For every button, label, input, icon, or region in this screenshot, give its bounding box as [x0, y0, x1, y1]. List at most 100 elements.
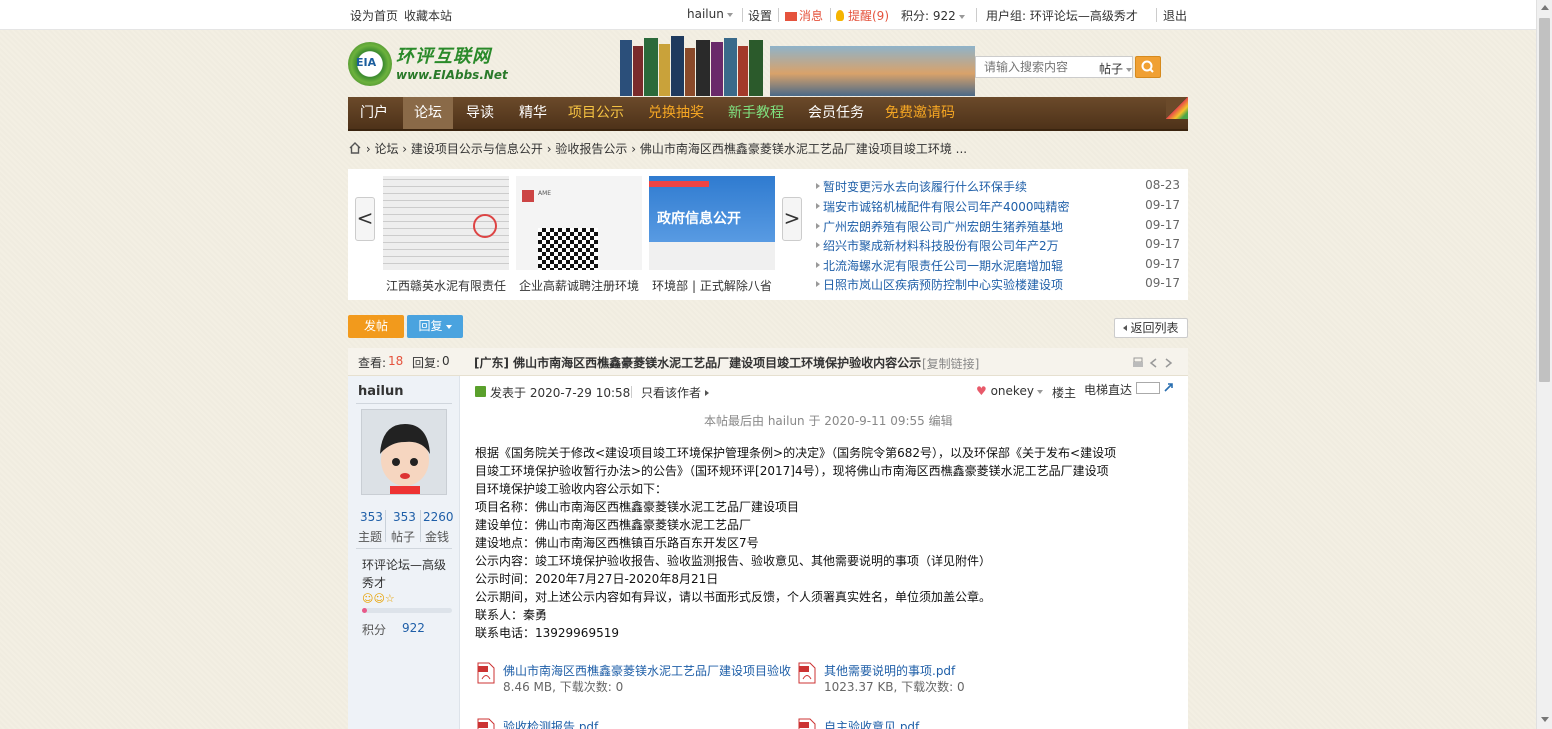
post-line: 建设单位：佛山市南海区西樵鑫豪菱镁水泥工艺品厂 — [475, 518, 752, 532]
views-count: 18 — [388, 354, 404, 368]
slide-thumb-2[interactable]: AME — [516, 176, 642, 270]
online-status-icon — [475, 386, 486, 397]
news-title[interactable]: 北流海螺水泥有限责任公司一期水泥磨增加辊 — [823, 257, 1063, 274]
scroll-up-icon[interactable] — [1541, 5, 1549, 10]
go-arrow-icon[interactable] — [1163, 381, 1175, 393]
attachment-name[interactable]: 验收检测报告.pdf — [503, 718, 793, 729]
site-logo[interactable]: EIA 环评互联网 www.EIAbbs.Net — [348, 40, 508, 90]
attachment-name[interactable]: 自主验收意见.pdf — [824, 718, 1074, 729]
divider — [356, 548, 452, 549]
mail-icon — [785, 12, 797, 21]
bullet-icon — [816, 223, 820, 229]
username-menu[interactable]: hailun — [687, 7, 733, 21]
breadcrumb-category[interactable]: 建设项目公示与信息公开 — [411, 142, 543, 156]
news-title[interactable]: 绍兴市聚成新材料科技股份有限公司年产2万 — [823, 237, 1059, 254]
prev-thread-icon[interactable] — [1148, 357, 1160, 369]
replies-count: 0 — [442, 354, 450, 368]
points-menu[interactable]: 积分: 922 — [901, 7, 965, 24]
reply-button[interactable]: 回复 — [407, 315, 463, 338]
author-posts-count[interactable]: 353 — [393, 510, 416, 524]
news-title[interactable]: 暂时变更污水去向该履行什么环保手续 — [823, 178, 1027, 195]
news-item[interactable]: 日照市岚山区疾病预防控制中心实验楼建设项 09-17 — [816, 276, 1188, 295]
nav-forum[interactable]: 论坛 — [403, 97, 453, 129]
next-thread-icon[interactable] — [1162, 357, 1174, 369]
chevron-down-icon — [958, 14, 965, 19]
avatar-cartoon-icon — [380, 424, 430, 494]
nav-portal[interactable]: 门户 — [348, 97, 400, 129]
author-only-link[interactable]: 只看该作者 — [641, 384, 709, 401]
scroll-down-icon[interactable] — [1541, 717, 1549, 722]
post-line: 公示期间，对上述公示内容如有异议，请以书面形式反馈，个人须署真实姓名，单位须加盖… — [475, 590, 992, 604]
slide-thumb-1[interactable] — [383, 176, 509, 270]
chevron-right-icon — [704, 390, 709, 396]
nav-exchange-lottery[interactable]: 兑换抽奖 — [642, 97, 710, 129]
news-item[interactable]: 绍兴市聚成新材料科技股份有限公司年产2万 09-17 — [816, 237, 1188, 256]
bullet-icon — [816, 203, 820, 209]
news-title[interactable]: 瑞安市诚铭机械配件有限公司年产4000吨精密 — [823, 198, 1070, 215]
copy-link[interactable]: [复制链接] — [922, 355, 979, 372]
author-threads-count[interactable]: 353 — [360, 510, 383, 524]
news-item[interactable]: 北流海螺水泥有限责任公司一期水泥磨增加辊 09-17 — [816, 257, 1188, 276]
nav-digest[interactable]: 精华 — [508, 97, 558, 129]
vertical-scrollbar[interactable] — [1536, 0, 1552, 729]
slider-next-button[interactable]: > — [782, 197, 802, 241]
bullet-icon — [816, 242, 820, 248]
pdf-icon — [798, 662, 816, 684]
reminders-link[interactable]: 提醒(9) — [836, 7, 889, 24]
search-button[interactable] — [1135, 56, 1161, 78]
news-item[interactable]: 瑞安市诚铭机械配件有限公司年产4000吨精密 09-17 — [816, 198, 1188, 217]
nav-project-notice[interactable]: 项目公示 — [562, 97, 630, 129]
scroll-thumb[interactable] — [1539, 18, 1550, 382]
nav-guide[interactable]: 导读 — [456, 97, 504, 129]
post-line: 公示时间：2020年7月27日-2020年8月21日 — [475, 572, 719, 586]
post-line: 目环境保护竣工验收内容公示如下： — [475, 482, 668, 496]
author-points-value[interactable]: 922 — [402, 621, 425, 635]
thread-title: [广东] 佛山市南海区西樵鑫豪菱镁水泥工艺品厂建设项目竣工环境保护验收内容公示 — [474, 356, 922, 370]
messages-link[interactable]: 消息 — [785, 7, 823, 24]
set-home-link[interactable]: 设为首页 — [350, 7, 398, 24]
author-sidebar: hailun 353 主题 353 帖子 2260 金钱 环评论坛—高级 秀才 … — [348, 376, 460, 729]
new-post-button[interactable]: 发帖 — [348, 315, 404, 338]
breadcrumb-forum[interactable]: 论坛 — [374, 142, 398, 156]
print-icon[interactable] — [1132, 357, 1144, 369]
slide-thumb-3[interactable]: 政府信息公开 — [649, 176, 775, 270]
news-title[interactable]: 日照市岚山区疾病预防控制中心实验楼建设项 — [823, 276, 1063, 293]
ame-label: AME — [538, 190, 552, 197]
breadcrumb-current[interactable]: 佛山市南海区西樵鑫豪菱镁水泥工艺品厂建设项目竣工环境 ... — [640, 142, 967, 156]
breadcrumb-subcategory[interactable]: 验收报告公示 — [555, 142, 627, 156]
back-label: 返回列表 — [1130, 321, 1179, 335]
author-coins-count[interactable]: 2260 — [423, 510, 454, 524]
pdf-icon — [477, 662, 495, 684]
bookmark-link[interactable]: 收藏本站 — [404, 7, 452, 24]
settings-link[interactable]: 设置 — [748, 7, 772, 24]
bullet-icon — [816, 183, 820, 189]
slider-prev-button[interactable]: < — [355, 197, 375, 241]
qr-code-icon — [538, 228, 598, 270]
onekey-menu[interactable]: ♥ onekey — [976, 384, 1043, 398]
back-to-list-button[interactable]: 返回列表 — [1114, 318, 1188, 338]
nav-free-invite-code[interactable]: 免费邀请码 — [880, 97, 960, 129]
nav-beginner-tutorial[interactable]: 新手教程 — [722, 97, 790, 129]
red-stamp-icon — [473, 214, 497, 238]
elevator-floor-input[interactable] — [1136, 382, 1160, 394]
author-name[interactable]: hailun — [358, 384, 403, 399]
attachment-name[interactable]: 佛山市南海区西樵鑫豪菱镁水泥工艺品厂建设项目验收 — [503, 662, 793, 679]
avatar[interactable] — [361, 409, 447, 495]
post-line: 根据《国务院关于修改<建设项目竣工环境保护管理条例>的决定》（国务院令第682号… — [475, 446, 1117, 460]
news-title[interactable]: 广州宏朗养殖有限公司广州宏朗生猪养殖基地 — [823, 218, 1063, 235]
divider — [631, 386, 632, 398]
thread-header: 查看: 18 回复: 0 [广东] 佛山市南海区西樵鑫豪菱镁水泥工艺品厂建设项目… — [348, 348, 1188, 376]
logout-link[interactable]: 退出 — [1163, 7, 1187, 24]
search-scope-select[interactable]: 帖子 — [1093, 56, 1133, 78]
attachment-name[interactable]: 其他需要说明的事项.pdf — [824, 662, 1074, 679]
home-icon[interactable] — [348, 141, 362, 155]
header-banner — [620, 36, 975, 96]
news-item[interactable]: 广州宏朗养殖有限公司广州宏朗生猪养殖基地 09-17 — [816, 218, 1188, 237]
author-posts-label: 帖子 — [391, 530, 416, 544]
news-item[interactable]: 暂时变更污水去向该履行什么环保手续 08-23 — [816, 178, 1188, 197]
breadcrumb: › 论坛 › 建设项目公示与信息公开 › 验收报告公示 › 佛山市南海区西樵鑫豪… — [348, 140, 1188, 158]
author-group[interactable]: 环评论坛—高级 — [362, 556, 446, 573]
edited-note: 本帖最后由 hailun 于 2020-9-11 09:55 编辑 — [704, 414, 953, 428]
nav-member-tasks[interactable]: 会员任务 — [802, 97, 870, 129]
news-date: 09-17 — [1145, 218, 1180, 232]
